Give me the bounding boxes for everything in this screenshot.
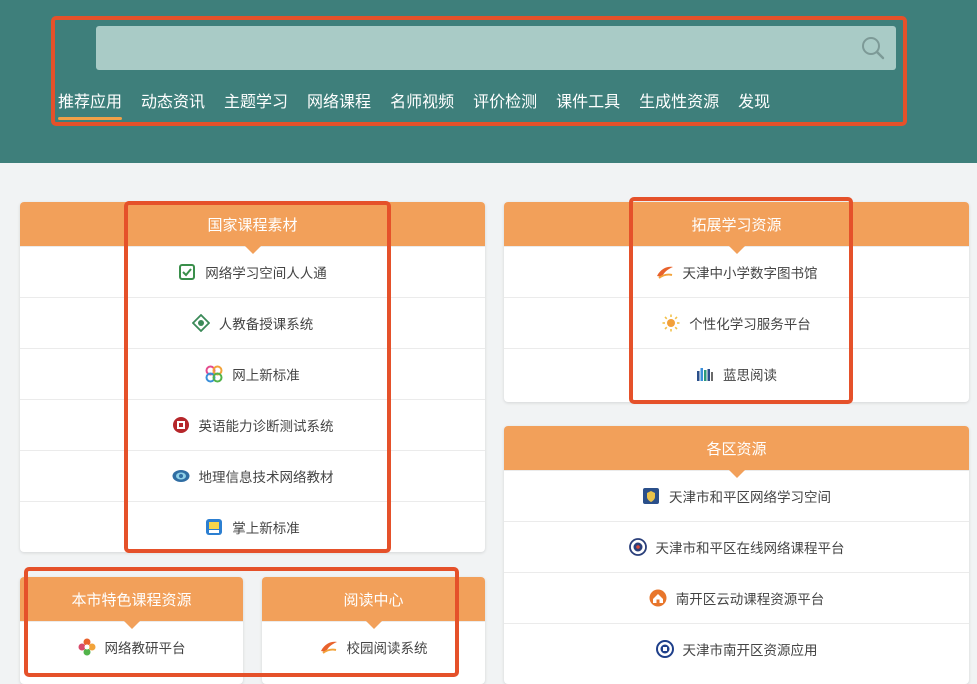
green-check-icon xyxy=(178,263,196,281)
resource-label: 天津中小学数字图书馆 xyxy=(682,266,818,282)
resource-link[interactable]: 蓝思阅读 xyxy=(504,348,969,399)
search-input[interactable] xyxy=(96,26,896,70)
resource-link[interactable]: 个性化学习服务平台 xyxy=(504,297,969,348)
blue-seal-icon xyxy=(655,640,674,658)
resource-label: 蓝思阅读 xyxy=(723,368,777,384)
resource-link[interactable]: 掌上新标准 xyxy=(20,501,485,552)
nav-tab-courseware-tools[interactable]: 课件工具 xyxy=(556,88,620,118)
globe-eye-icon xyxy=(172,467,190,485)
nav-tab-topics[interactable]: 主题学习 xyxy=(224,88,288,118)
resource-link[interactable]: 天津市南开区资源应用 xyxy=(504,623,969,674)
reading-center-card: 阅读中心 校园阅读系统 xyxy=(262,577,485,684)
resource-label: 南开区云动课程资源平台 xyxy=(675,592,825,608)
resource-link[interactable]: 天津市和平区在线网络课程平台 xyxy=(504,521,969,572)
resource-label: 网络教研平台 xyxy=(104,641,186,657)
green-emblem-icon xyxy=(191,314,210,332)
national-resources-title: 国家课程素材 xyxy=(20,202,485,254)
bookshelf-icon xyxy=(696,365,714,383)
colorful-rings-icon xyxy=(205,365,223,383)
resource-label: 个性化学习服务平台 xyxy=(689,317,811,333)
city-resources-title: 本市特色课程资源 xyxy=(20,577,243,629)
top-header: 推荐应用 动态资讯 主题学习 网络课程 名师视频 评价检测 课件工具 生成性资源… xyxy=(0,0,977,163)
resource-label: 网络学习空间人人通 xyxy=(205,266,327,282)
nav-tab-assessment[interactable]: 评价检测 xyxy=(473,88,537,118)
resource-link[interactable]: 地理信息技术网络教材 xyxy=(20,450,485,501)
navy-shield-icon xyxy=(642,487,660,505)
resource-label: 校园阅读系统 xyxy=(346,641,428,657)
flower-badge-icon xyxy=(78,638,96,656)
district-resources-title: 各区资源 xyxy=(504,426,969,478)
nav-tab-teacher-videos[interactable]: 名师视频 xyxy=(390,88,454,118)
resource-label: 天津市南开区资源应用 xyxy=(682,643,818,659)
extended-resources-title: 拓展学习资源 xyxy=(504,202,969,254)
orange-house-icon xyxy=(649,589,667,607)
red-badge-icon xyxy=(172,416,190,434)
resource-label: 地理信息技术网络教材 xyxy=(198,470,334,486)
nav-tab-generative-resources[interactable]: 生成性资源 xyxy=(639,88,719,118)
resource-link[interactable]: 南开区云动课程资源平台 xyxy=(504,572,969,623)
resource-link[interactable]: 网上新标准 xyxy=(20,348,485,399)
book-app-icon xyxy=(205,518,223,536)
reading-center-title: 阅读中心 xyxy=(262,577,485,629)
swoosh-logo-icon xyxy=(656,263,674,281)
round-seal-icon xyxy=(628,538,647,556)
nav-tab-discover[interactable]: 发现 xyxy=(738,88,770,118)
city-resources-card: 本市特色课程资源 网络教研平台 xyxy=(20,577,243,684)
resource-label: 天津市和平区在线网络课程平台 xyxy=(655,541,845,557)
resource-label: 天津市和平区网络学习空间 xyxy=(669,490,831,506)
main-nav: 推荐应用 动态资讯 主题学习 网络课程 名师视频 评价检测 课件工具 生成性资源… xyxy=(58,88,789,120)
extended-resources-card: 拓展学习资源 天津中小学数字图书馆 个性化学习服务平台 蓝思阅读 xyxy=(504,202,969,402)
swoosh-logo-icon xyxy=(320,638,338,656)
resource-label: 人教备授课系统 xyxy=(218,317,314,333)
resource-label: 掌上新标准 xyxy=(232,521,300,537)
resource-link[interactable]: 英语能力诊断测试系统 xyxy=(20,399,485,450)
resource-label: 英语能力诊断测试系统 xyxy=(198,419,334,435)
nav-tab-recommended[interactable]: 推荐应用 xyxy=(58,88,123,120)
resource-link[interactable]: 人教备授课系统 xyxy=(20,297,485,348)
nav-tab-online-courses[interactable]: 网络课程 xyxy=(307,88,371,118)
sun-icon xyxy=(662,314,680,332)
search-icon[interactable] xyxy=(860,35,886,61)
nav-tab-news[interactable]: 动态资讯 xyxy=(141,88,205,118)
national-resources-card: 国家课程素材 网络学习空间人人通 人教备授课系统 网上新标准 英语能力诊断测试系… xyxy=(20,202,485,552)
district-resources-card: 各区资源 天津市和平区网络学习空间 天津市和平区在线网络课程平台 南开区云动课程… xyxy=(504,426,969,684)
resource-label: 网上新标准 xyxy=(232,368,300,384)
